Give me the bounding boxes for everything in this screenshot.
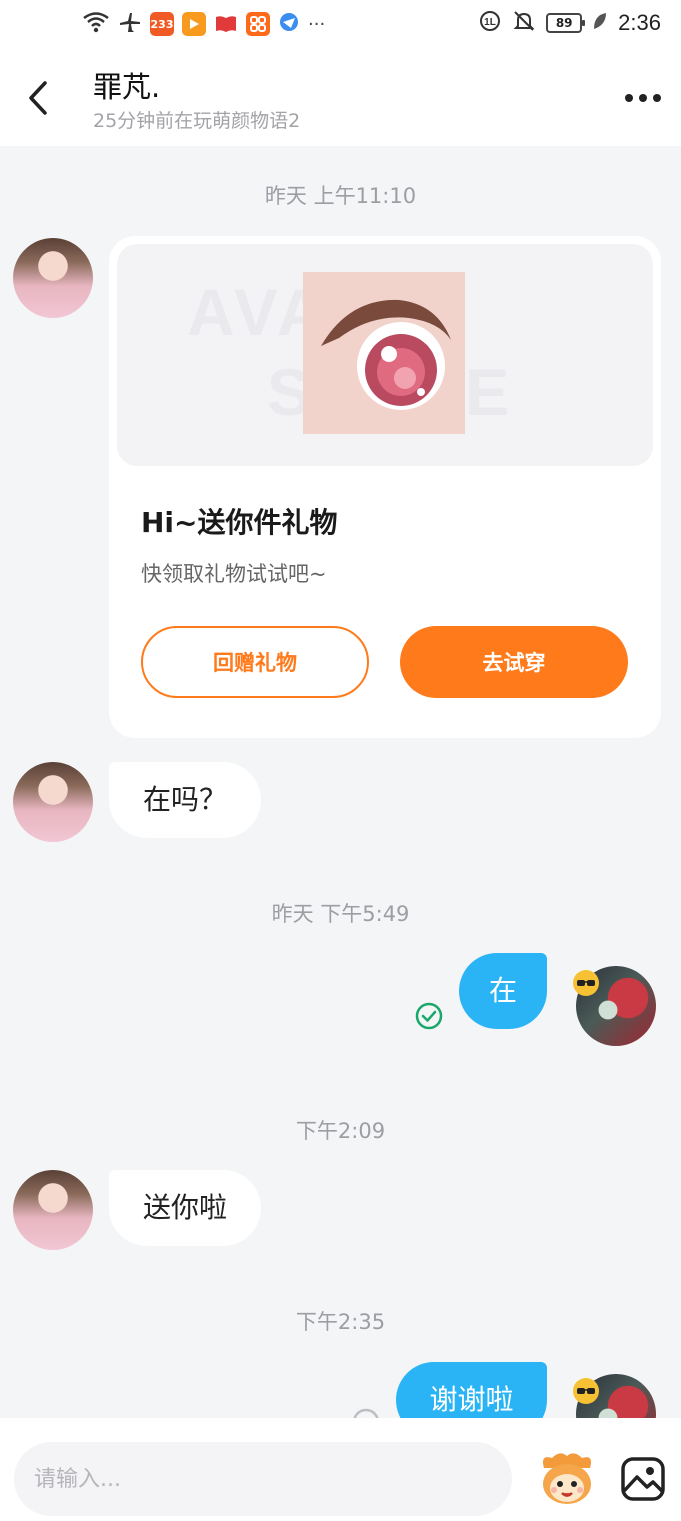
message-bubble-outgoing[interactable]: 谢谢啦 (396, 1362, 547, 1418)
chat-messages[interactable]: 昨天 上午11:10 AVATAR STORE Hi~送你件礼物 快领取礼物试试… (0, 146, 681, 1418)
contact-avatar[interactable] (13, 762, 93, 842)
contact-status: 25分钟前在玩萌颜物语2 (93, 110, 301, 132)
wifi-icon (82, 11, 110, 37)
more-icon (625, 94, 633, 102)
gift-subtitle: 快领取礼物试试吧~ (141, 562, 327, 586)
timestamp: 下午2:35 (295, 1310, 386, 1334)
timestamp: 昨天 上午11:10 (264, 184, 417, 208)
status-right-icons: 1L 89 2:36 (478, 9, 661, 37)
chat-header: 罪芃. 25分钟前在玩萌颜物语2 (0, 48, 681, 146)
app-233-icon: 233 (150, 12, 174, 36)
message-bubble-outgoing[interactable]: 在 (459, 953, 547, 1029)
back-icon (29, 81, 47, 115)
read-check-icon (415, 1002, 443, 1030)
leaf-icon (592, 11, 608, 35)
message-bubble-incoming[interactable]: 送你啦 (109, 1170, 261, 1246)
gift-title: Hi~送你件礼物 (141, 506, 338, 539)
gift-banner: AVATAR STORE (117, 244, 653, 466)
timestamp: 下午2:09 (295, 1119, 386, 1143)
book-app-icon (214, 12, 238, 36)
more-notifications-icon: ··· (308, 13, 326, 35)
mascot-icon (543, 1453, 591, 1504)
battery-icon: 89 (546, 13, 586, 33)
mute-icon (512, 9, 536, 37)
back-button[interactable] (18, 76, 58, 120)
browser-app-icon (278, 11, 300, 37)
return-gift-button[interactable]: 回赠礼物 (141, 626, 369, 698)
grid-app-icon (246, 12, 270, 36)
message-input[interactable] (14, 1442, 512, 1516)
contact-name: 罪芃. (93, 70, 161, 104)
clock: 2:36 (618, 10, 661, 35)
contact-avatar[interactable] (13, 238, 93, 318)
image-icon (621, 1457, 665, 1501)
airplane-icon (118, 10, 142, 38)
sticker-button[interactable] (536, 1448, 598, 1510)
sending-status-icon (353, 1408, 379, 1418)
data-saver-icon: 1L (478, 9, 502, 37)
eye-item-icon (321, 299, 451, 410)
status-bar: 233 ··· 1L 89 2:36 (0, 0, 681, 48)
contact-avatar[interactable] (13, 1170, 93, 1250)
gift-item-image (303, 272, 465, 434)
message-input-bar (0, 1418, 681, 1521)
timestamp: 昨天 下午5:49 (271, 902, 410, 926)
video-app-icon (182, 12, 206, 36)
gift-card[interactable]: AVATAR STORE Hi~送你件礼物 快领取礼物试试吧~ 回赠礼物 去试穿 (109, 236, 661, 738)
sunglasses-emoji-icon (573, 970, 599, 996)
sunglasses-emoji-icon (573, 1378, 599, 1404)
try-on-button[interactable]: 去试穿 (400, 626, 628, 698)
svg-text:1L: 1L (484, 17, 496, 28)
image-button[interactable] (620, 1456, 666, 1502)
message-bubble-incoming[interactable]: 在吗？ (109, 762, 261, 838)
more-button[interactable] (621, 84, 665, 112)
status-left-icons: 233 ··· (82, 10, 325, 38)
